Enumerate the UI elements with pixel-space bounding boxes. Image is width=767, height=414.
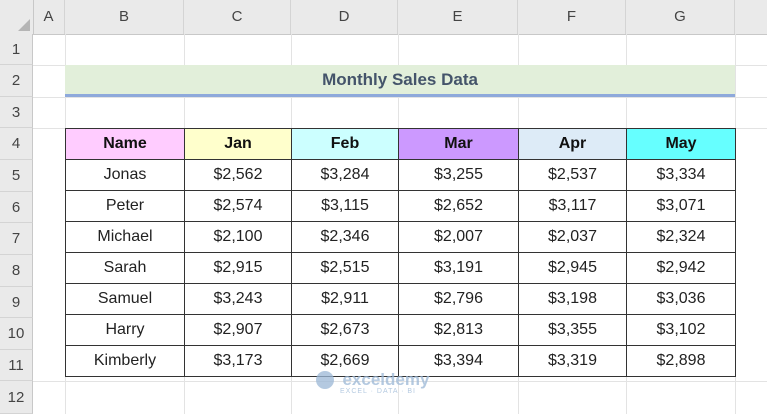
row-header-6[interactable]: 6 (0, 192, 33, 223)
row-header-8[interactable]: 8 (0, 255, 33, 287)
table-row: Harry $2,907 $2,673 $2,813 $3,355 $3,102 (65, 314, 736, 346)
cell-value[interactable]: $3,284 (291, 159, 399, 191)
cell-value[interactable]: $2,037 (518, 221, 627, 253)
cell-value[interactable]: $2,574 (184, 190, 292, 222)
cell-value[interactable]: $2,652 (398, 190, 519, 222)
gridline (33, 97, 767, 98)
column-header-c[interactable]: C (184, 0, 291, 34)
column-header-e[interactable]: E (398, 0, 518, 34)
cell-value[interactable]: $3,191 (398, 252, 519, 284)
title-bottom-border (65, 94, 735, 97)
cell-value[interactable]: $3,255 (398, 159, 519, 191)
row-header-7[interactable]: 7 (0, 223, 33, 255)
row-header-12[interactable]: 12 (0, 381, 33, 414)
column-header-f[interactable]: F (518, 0, 626, 34)
cell-value[interactable]: $3,334 (626, 159, 736, 191)
cell-value[interactable]: $2,907 (184, 314, 292, 346)
column-header-g[interactable]: G (626, 0, 735, 34)
cell-value[interactable]: $2,562 (184, 159, 292, 191)
header-mar[interactable]: Mar (398, 128, 519, 160)
cell-name[interactable]: Samuel (65, 283, 185, 315)
cell-value[interactable]: $2,813 (398, 314, 519, 346)
cell-value[interactable]: $2,673 (291, 314, 399, 346)
cell-name[interactable]: Kimberly (65, 345, 185, 377)
exceldemy-logo-icon (316, 371, 334, 389)
header-jan[interactable]: Jan (184, 128, 292, 160)
sales-table: Name Jan Feb Mar Apr May Jonas $2,562 $3… (65, 128, 736, 377)
row-header-2[interactable]: 2 (0, 65, 33, 97)
cell-value[interactable]: $3,198 (518, 283, 627, 315)
cell-value[interactable]: $3,115 (291, 190, 399, 222)
cell-value[interactable]: $2,911 (291, 283, 399, 315)
cell-value[interactable]: $2,915 (184, 252, 292, 284)
row-header-10[interactable]: 10 (0, 318, 33, 350)
cell-value[interactable]: $2,942 (626, 252, 736, 284)
table-row: Peter $2,574 $3,115 $2,652 $3,117 $3,071 (65, 190, 736, 222)
cell-name[interactable]: Jonas (65, 159, 185, 191)
column-header-d[interactable]: D (291, 0, 398, 34)
cell-value[interactable]: $3,117 (518, 190, 627, 222)
cell-value[interactable]: $2,515 (291, 252, 399, 284)
cell-value[interactable]: $2,796 (398, 283, 519, 315)
table-row: Samuel $3,243 $2,911 $2,796 $3,198 $3,03… (65, 283, 736, 315)
row-header-5[interactable]: 5 (0, 160, 33, 192)
sheet-title[interactable]: Monthly Sales Data (65, 65, 735, 94)
watermark: exceldemy EXCEL · DATA · BI (316, 370, 430, 395)
cell-value[interactable]: $3,071 (626, 190, 736, 222)
cell-value[interactable]: $3,319 (518, 345, 627, 377)
row-header-11[interactable]: 11 (0, 350, 33, 381)
cell-value[interactable]: $3,036 (626, 283, 736, 315)
row-header-3[interactable]: 3 (0, 97, 33, 128)
watermark-name: exceldemy (342, 370, 430, 389)
table-row: Sarah $2,915 $2,515 $3,191 $2,945 $2,942 (65, 252, 736, 284)
row-header-9[interactable]: 9 (0, 287, 33, 318)
header-may[interactable]: May (626, 128, 736, 160)
cell-value[interactable]: $3,173 (184, 345, 292, 377)
table-header-row: Name Jan Feb Mar Apr May (65, 128, 736, 160)
cell-value[interactable]: $3,102 (626, 314, 736, 346)
header-feb[interactable]: Feb (291, 128, 399, 160)
header-name[interactable]: Name (65, 128, 185, 160)
column-header-b[interactable]: B (65, 0, 184, 34)
cell-value[interactable]: $2,898 (626, 345, 736, 377)
select-all-button[interactable] (0, 0, 34, 34)
cell-value[interactable]: $2,537 (518, 159, 627, 191)
cell-value[interactable]: $2,007 (398, 221, 519, 253)
cell-value[interactable]: $2,100 (184, 221, 292, 253)
select-all-icon (18, 19, 30, 31)
header-apr[interactable]: Apr (518, 128, 627, 160)
cell-name[interactable]: Michael (65, 221, 185, 253)
table-row: Michael $2,100 $2,346 $2,007 $2,037 $2,3… (65, 221, 736, 253)
cell-name[interactable]: Harry (65, 314, 185, 346)
cell-name[interactable]: Sarah (65, 252, 185, 284)
cell-value[interactable]: $3,355 (518, 314, 627, 346)
table-row: Jonas $2,562 $3,284 $3,255 $2,537 $3,334 (65, 159, 736, 191)
watermark-tagline: EXCEL · DATA · BI (340, 388, 416, 395)
column-header-a[interactable]: A (33, 0, 65, 34)
cell-name[interactable]: Peter (65, 190, 185, 222)
cell-value[interactable]: $2,346 (291, 221, 399, 253)
row-header-4[interactable]: 4 (0, 128, 33, 160)
cell-value[interactable]: $3,243 (184, 283, 292, 315)
cell-value[interactable]: $2,945 (518, 252, 627, 284)
row-header-1[interactable]: 1 (0, 34, 33, 65)
cell-value[interactable]: $2,324 (626, 221, 736, 253)
